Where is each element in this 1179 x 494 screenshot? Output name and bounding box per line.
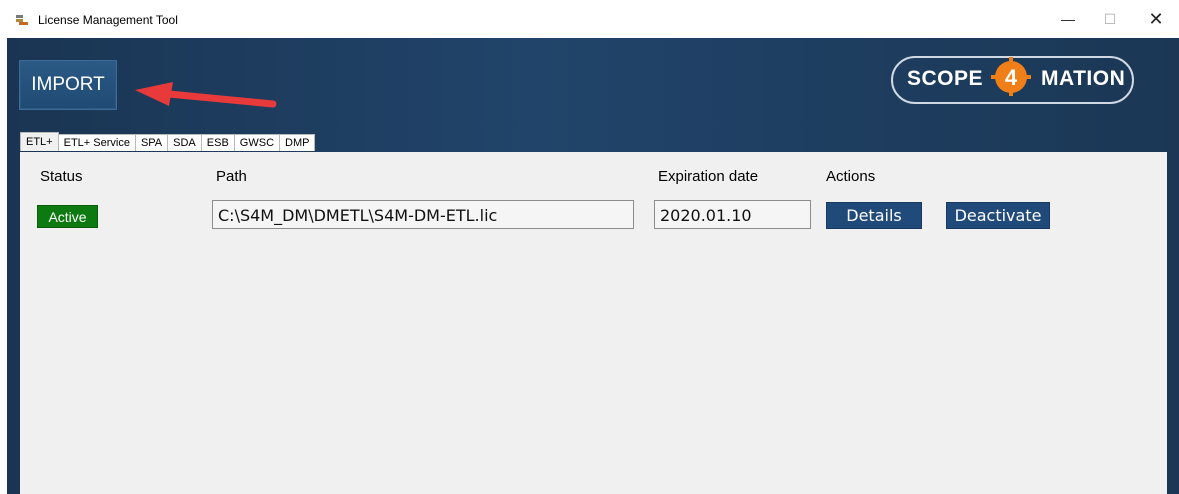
status-header: Status — [40, 168, 83, 185]
scope4mation-logo: SCOPE 4 MATION — [891, 56, 1134, 104]
logo-badge-icon: 4 — [991, 57, 1031, 96]
close-button[interactable]: ✕ — [1136, 4, 1176, 34]
tab-etl[interactable]: ETL+ — [20, 132, 59, 151]
arrow-annotation-icon — [135, 82, 277, 108]
status-badge: Active — [37, 205, 98, 228]
app-area: IMPORT SCOPE 4 MATION ETL+ ETL+ Service … — [7, 38, 1179, 494]
tab-bar: ETL+ ETL+ Service SPA SDA ESB GWSC DMP — [20, 132, 316, 152]
path-header: Path — [216, 168, 247, 185]
expiration-field[interactable]: 2020.01.10 — [654, 200, 811, 229]
logo-text-right: MATION — [1041, 67, 1126, 90]
logo-badge-text: 4 — [1005, 65, 1018, 90]
maximize-button[interactable]: ☐ — [1090, 4, 1130, 34]
window-title: License Management Tool — [38, 13, 178, 27]
expiration-header: Expiration date — [658, 168, 759, 185]
minimize-button[interactable]: — — [1048, 4, 1088, 34]
logo-text-left: SCOPE — [907, 67, 984, 90]
details-button[interactable]: Details — [826, 202, 922, 229]
tab-gwsc[interactable]: GWSC — [233, 134, 281, 151]
deactivate-button[interactable]: Deactivate — [946, 202, 1050, 229]
path-field[interactable]: C:\S4M_DM\DMETL\S4M-DM-ETL.lic — [212, 200, 634, 229]
actions-header: Actions — [826, 168, 876, 185]
license-panel: Status Path Expiration date Actions Acti… — [20, 152, 1167, 494]
tab-sda[interactable]: SDA — [167, 134, 202, 151]
import-button[interactable]: IMPORT — [19, 60, 117, 110]
tab-esb[interactable]: ESB — [200, 134, 235, 151]
tab-spa[interactable]: SPA — [134, 134, 169, 151]
tab-dmp[interactable]: DMP — [279, 134, 316, 151]
app-icon — [16, 15, 28, 25]
title-bar: License Management Tool — ☐ ✕ — [0, 0, 1179, 38]
tab-etl-service[interactable]: ETL+ Service — [57, 134, 136, 151]
